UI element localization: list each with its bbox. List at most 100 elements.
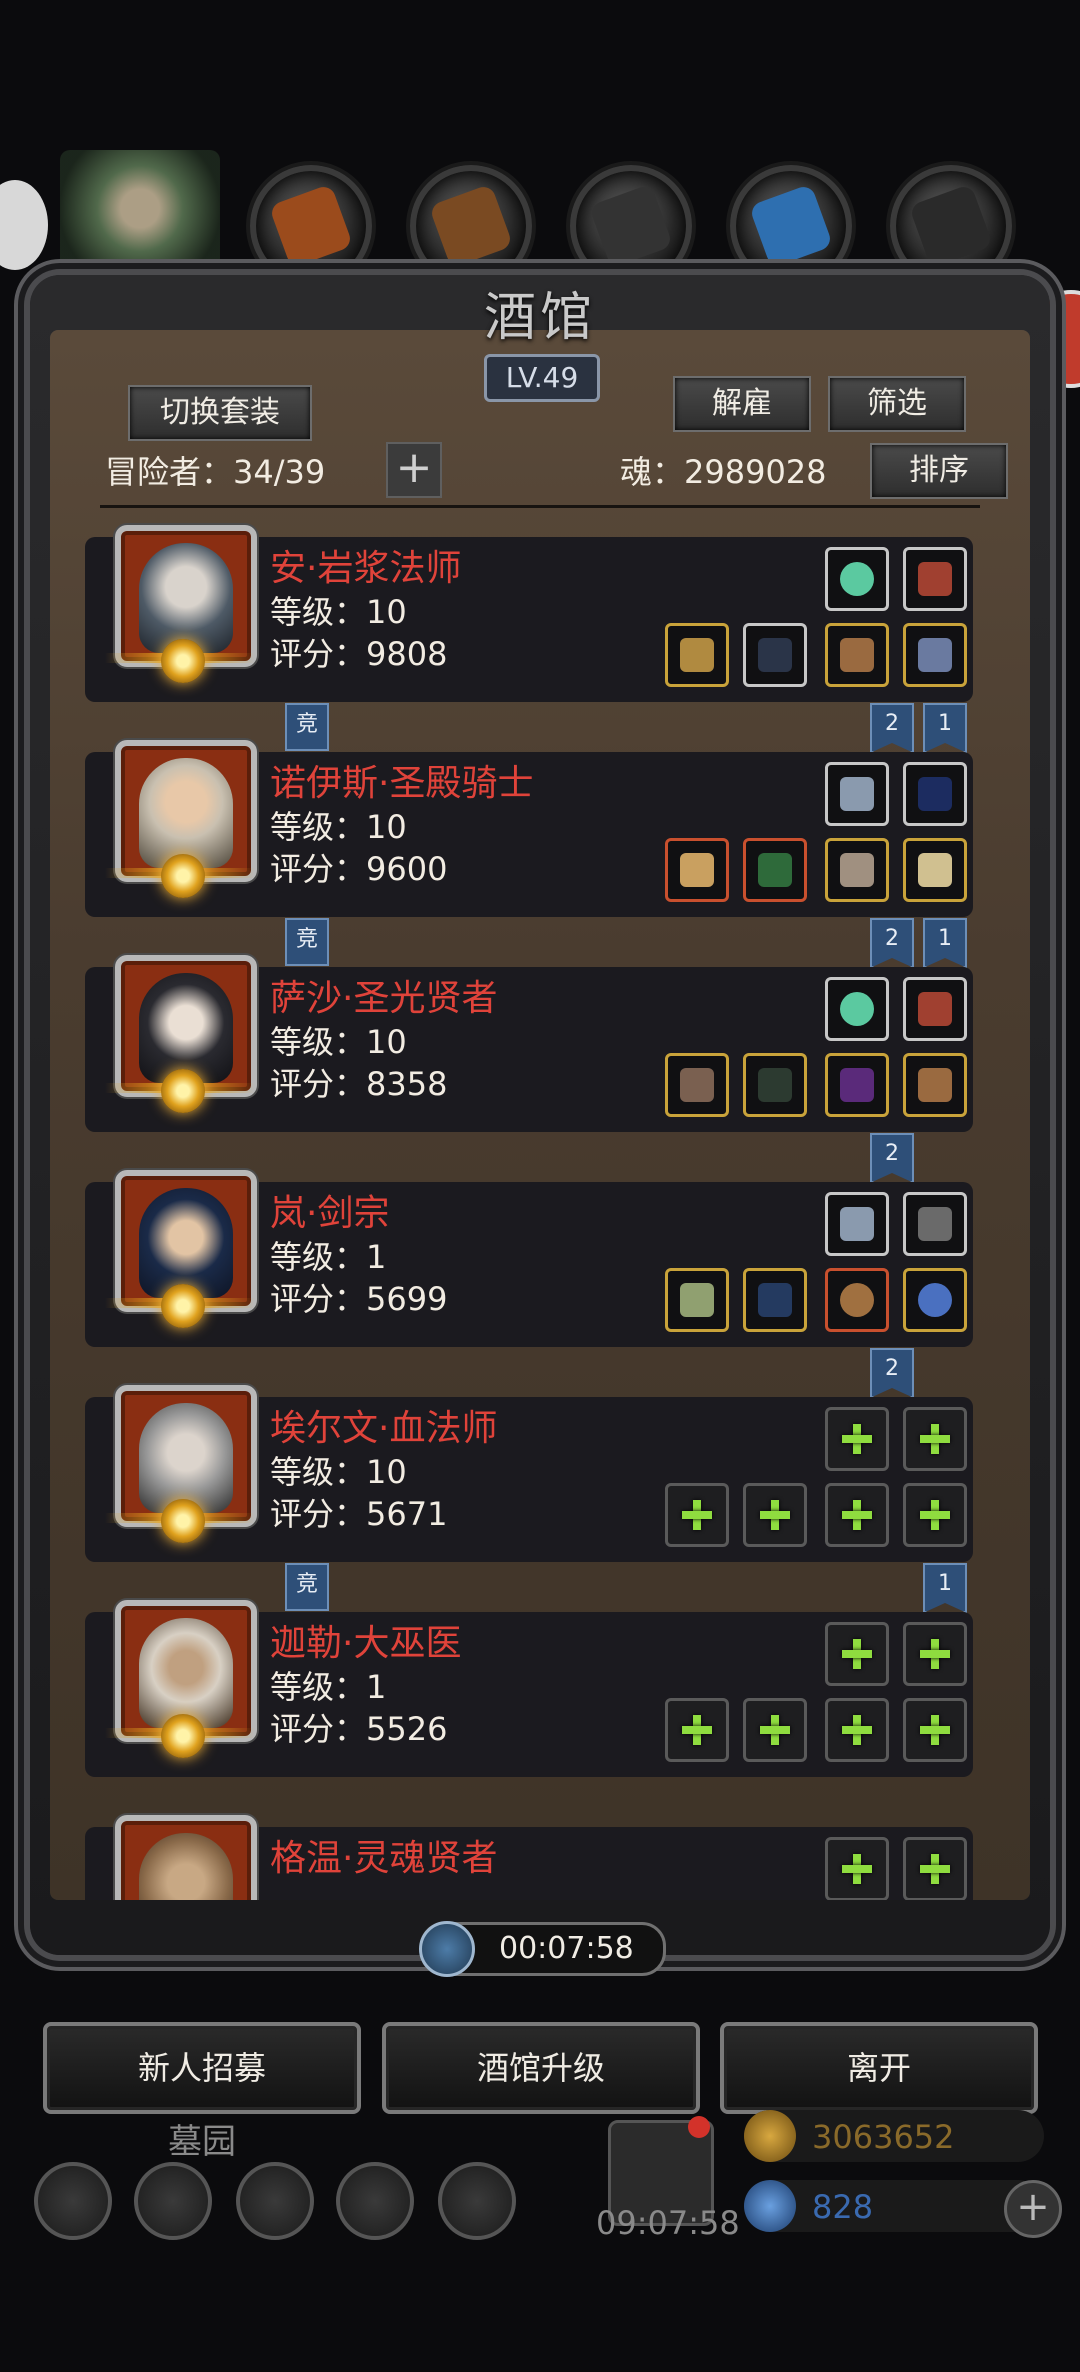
empty-slot-add[interactable]	[743, 1483, 807, 1547]
equip-slot-armor[interactable]	[743, 1053, 807, 1117]
plus-icon	[840, 1637, 874, 1671]
hero-score: 评分：5671	[270, 1495, 448, 1533]
empty-slot-add[interactable]	[903, 1622, 967, 1686]
resource-slot-1	[250, 165, 372, 287]
hero-row[interactable]: 埃尔文·血法师 等级：10 评分：5671 竞 1	[85, 1385, 995, 1613]
plus-icon	[918, 1498, 952, 1532]
rank-gem-icon	[161, 854, 205, 898]
equip-slot-armor[interactable]	[743, 1268, 807, 1332]
equip-slot-armor[interactable]	[743, 838, 807, 902]
menu-icon-1[interactable]	[34, 2162, 112, 2240]
equip-slot-accessory[interactable]	[825, 762, 889, 826]
menu-icon-5[interactable]	[438, 2162, 516, 2240]
equip-slot-gloves[interactable]	[825, 1268, 889, 1332]
leave-button[interactable]: 离开	[720, 2022, 1038, 2114]
hero-name: 迦勒·大巫医	[270, 1623, 462, 1664]
rank-gem-icon	[161, 1499, 205, 1543]
sort-button[interactable]: 排序	[870, 443, 1008, 499]
dismiss-button[interactable]: 解雇	[673, 376, 811, 432]
menu-icon-2[interactable]	[134, 2162, 212, 2240]
empty-slot-add[interactable]	[825, 1407, 889, 1471]
empty-slot-add[interactable]	[743, 1698, 807, 1762]
equip-slot-accessory[interactable]	[825, 977, 889, 1041]
hero-name: 安·岩浆法师	[270, 548, 462, 589]
equip-slot-trinket[interactable]	[903, 762, 967, 826]
panel-title-text: 酒馆	[483, 288, 596, 348]
equip-slot-accessory[interactable]	[825, 1192, 889, 1256]
empty-slot-add[interactable]	[665, 1483, 729, 1547]
player-avatar	[60, 150, 220, 280]
add-gems-button[interactable]: +	[1004, 2180, 1062, 2238]
hero-level: 等级：1	[270, 1668, 387, 1706]
gold-icon	[744, 2110, 796, 2162]
menu-icon-3[interactable]	[236, 2162, 314, 2240]
equip-slot-ring[interactable]	[903, 623, 967, 687]
equip-slot-gloves[interactable]	[825, 623, 889, 687]
hero-row[interactable]: 诺伊斯·圣殿骑士 等级：10 评分：9600 竞 2 1	[85, 740, 995, 968]
empty-slot-add[interactable]	[825, 1622, 889, 1686]
empty-slot-add[interactable]	[903, 1698, 967, 1762]
recruit-button[interactable]: 新人招募	[43, 2022, 361, 2114]
plus-icon	[918, 1713, 952, 1747]
hero-row[interactable]: 迦勒·大巫医 等级：1 评分：5526	[85, 1600, 995, 1790]
add-adventurer-button[interactable]: +	[386, 442, 442, 498]
equip-slot-armor[interactable]	[743, 623, 807, 687]
equip-slot-accessory[interactable]	[825, 547, 889, 611]
adventurer-count: 冒险者：34/39	[105, 453, 326, 491]
gold-value: 3063652	[812, 2118, 955, 2156]
equip-slot-weapon[interactable]	[665, 623, 729, 687]
equip-slot-weapon[interactable]	[665, 1268, 729, 1332]
hero-level: 等级：1	[270, 1238, 387, 1276]
rank-gem-icon	[161, 1714, 205, 1758]
tavern-level-badge: LV.49	[484, 354, 600, 402]
upgrade-tavern-button[interactable]: 酒馆升级	[382, 2022, 700, 2114]
gold-resource: 3063652	[744, 2110, 1044, 2162]
empty-slot-add[interactable]	[903, 1407, 967, 1471]
plus-icon	[918, 1852, 952, 1886]
switch-outfit-button[interactable]: 切换套装	[128, 385, 312, 441]
equip-slot-trinket[interactable]	[903, 1192, 967, 1256]
hero-list[interactable]: 安·岩浆法师 等级：10 评分：9808 竞 2 1 诺伊斯·圣殿骑士 等级：1…	[85, 515, 995, 1900]
equip-slot-ring[interactable]	[903, 1268, 967, 1332]
filter-button[interactable]: 筛选	[828, 376, 966, 432]
menu-icon-4[interactable]	[336, 2162, 414, 2240]
hero-name: 诺伊斯·圣殿骑士	[270, 763, 534, 804]
equip-slot-gloves[interactable]	[825, 838, 889, 902]
equip-slot-weapon[interactable]	[665, 838, 729, 902]
hero-score: 评分：9600	[270, 850, 448, 888]
chat-bubble-icon[interactable]	[0, 180, 48, 270]
hero-level: 等级：10	[270, 1023, 407, 1061]
equip-slot-ring[interactable]	[903, 838, 967, 902]
clock-icon	[419, 1921, 475, 1977]
plus-icon	[918, 1637, 952, 1671]
empty-slot-add[interactable]	[825, 1698, 889, 1762]
refresh-timer-text: 00:07:58	[499, 1931, 634, 1966]
resource-slot-3	[570, 165, 692, 287]
gift-timer: 09:07:58	[596, 2204, 740, 2242]
equip-slot-gloves[interactable]	[825, 1053, 889, 1117]
hero-row[interactable]: 岚·剑宗 等级：1 评分：5699 2	[85, 1170, 995, 1398]
equip-slot-trinket[interactable]	[903, 547, 967, 611]
plus-icon	[680, 1498, 714, 1532]
equip-slot-trinket[interactable]	[903, 977, 967, 1041]
graveyard-label: 墓园	[168, 2122, 236, 2162]
empty-slot-add[interactable]	[825, 1483, 889, 1547]
gem-resource: 828	[744, 2180, 1044, 2232]
empty-slot-add[interactable]	[903, 1837, 967, 1900]
plus-icon	[758, 1498, 792, 1532]
hero-level: 等级：10	[270, 1453, 407, 1491]
empty-slot-add[interactable]	[825, 1837, 889, 1900]
plus-icon	[840, 1422, 874, 1456]
empty-slot-add[interactable]	[665, 1698, 729, 1762]
hero-portrait[interactable]	[115, 1815, 257, 1900]
equip-slot-weapon[interactable]	[665, 1053, 729, 1117]
plus-icon	[840, 1498, 874, 1532]
equip-slot-ring[interactable]	[903, 1053, 967, 1117]
rank-gem-icon	[161, 639, 205, 683]
hero-row[interactable]: 格温·灵魂贤者	[85, 1815, 995, 1900]
empty-slot-add[interactable]	[903, 1483, 967, 1547]
hero-row[interactable]: 安·岩浆法师 等级：10 评分：9808 竞 2 1	[85, 525, 995, 753]
hero-name: 萨沙·圣光贤者	[270, 978, 498, 1019]
gem-value: 828	[812, 2188, 874, 2226]
hero-row[interactable]: 萨沙·圣光贤者 等级：10 评分：8358 2	[85, 955, 995, 1183]
